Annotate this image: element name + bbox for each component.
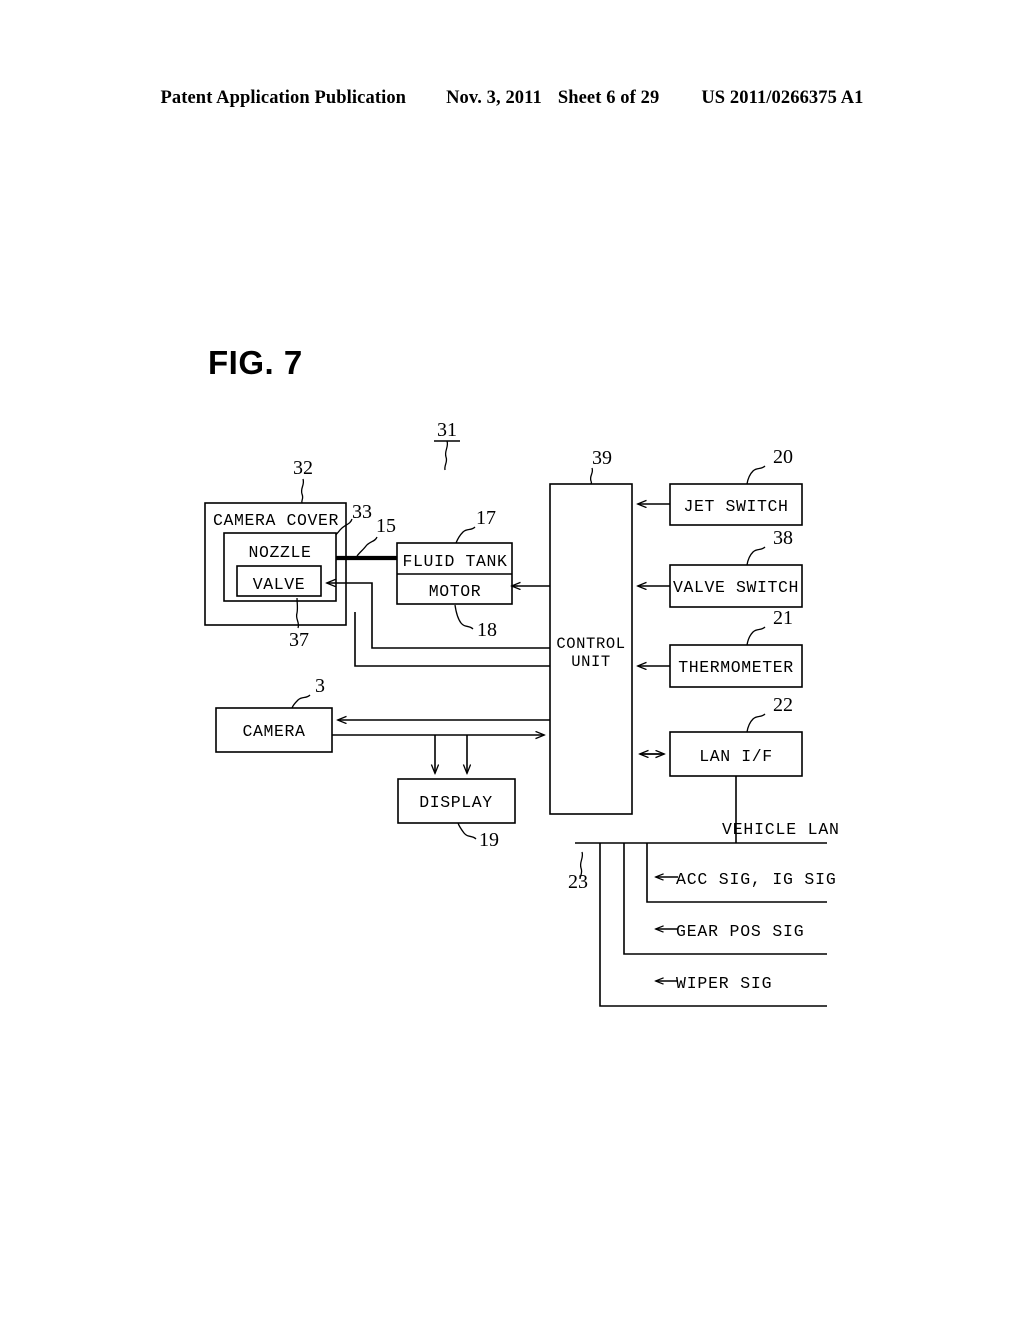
ref-3: 3 — [315, 675, 325, 697]
motor-label: MOTOR — [429, 582, 482, 601]
leader-37 — [295, 597, 300, 629]
leader-19 — [457, 822, 477, 840]
valve-switch-label: VALVE SWITCH — [673, 578, 799, 597]
figure-7-block-diagram: CAMERA COVER NOZZLE VALVE FLUID TANK MOT… — [204, 419, 840, 1007]
leader-21 — [746, 626, 766, 646]
leader-31 — [444, 440, 449, 471]
gear-pos-sig-label: GEAR POS SIG — [676, 922, 804, 941]
fluid-tank-label: FLUID TANK — [402, 552, 507, 571]
leader-15 — [356, 536, 378, 557]
display-label: DISPLAY — [419, 793, 493, 812]
lan-if-label: LAN I/F — [699, 747, 773, 766]
ref-32: 32 — [293, 457, 313, 479]
ref-18: 18 — [477, 619, 497, 641]
patent-page: Patent Application Publication Nov. 3, 20… — [0, 0, 1024, 1320]
control-unit-label-line1: CONTROL — [556, 635, 625, 653]
ref-33: 33 — [352, 501, 372, 523]
leader-20 — [746, 465, 766, 485]
camera-label: CAMERA — [242, 722, 305, 741]
leader-3 — [291, 694, 311, 709]
leader-18 — [454, 604, 474, 630]
acc-ig-sig-label: ACC SIG, IG SIG — [676, 870, 837, 889]
leader-38 — [746, 546, 766, 566]
leader-22 — [746, 713, 766, 733]
ref-21: 21 — [773, 607, 793, 629]
control-unit-label-line2: UNIT — [571, 653, 611, 671]
ref-20: 20 — [773, 446, 793, 468]
ref-15: 15 — [376, 515, 396, 537]
ref-37: 37 — [289, 629, 309, 651]
leader-39 — [589, 467, 594, 485]
wiper-sig-label: WIPER SIG — [676, 974, 772, 993]
ref-39: 39 — [592, 447, 612, 469]
camera-cover-label: CAMERA COVER — [213, 511, 339, 530]
leader-32 — [300, 478, 305, 504]
thermometer-label: THERMOMETER — [678, 658, 794, 677]
valve-label: VALVE — [253, 575, 306, 594]
vehicle-lan-label: VEHICLE LAN — [722, 820, 840, 839]
ref-19: 19 — [479, 829, 499, 851]
ref-23: 23 — [568, 871, 588, 893]
ref-31: 31 — [437, 419, 457, 441]
nozzle-label: NOZZLE — [248, 543, 311, 562]
ref-22: 22 — [773, 694, 793, 716]
wire-control-left-branch — [354, 612, 550, 667]
ref-17: 17 — [476, 507, 496, 529]
jet-switch-label: JET SWITCH — [683, 497, 788, 516]
leader-17 — [455, 526, 476, 544]
ref-38: 38 — [773, 527, 793, 549]
